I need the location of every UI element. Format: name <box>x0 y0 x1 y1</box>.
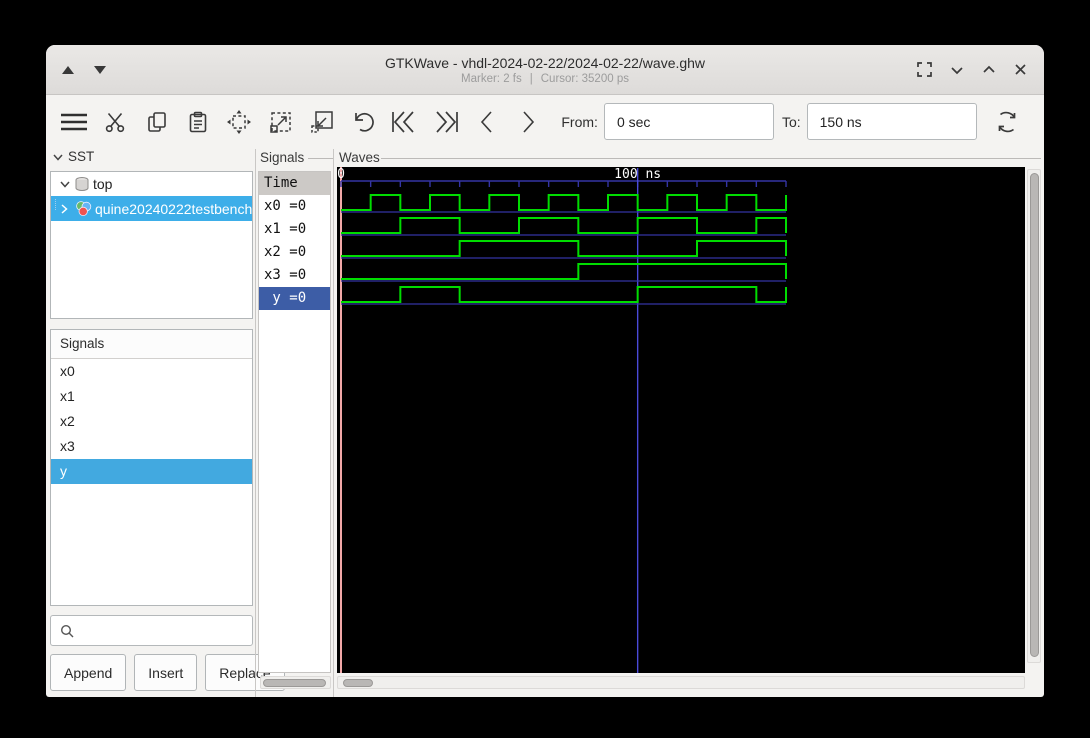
waves-hscrollbar-thumb[interactable] <box>343 679 373 687</box>
search-icon <box>60 624 74 637</box>
to-label: To: <box>781 113 801 130</box>
go-to-end-icon[interactable] <box>430 102 462 142</box>
tree-item-testbench[interactable]: quine20240222testbench <box>51 196 252 221</box>
undo-icon[interactable] <box>347 102 379 142</box>
window-title: GTKWave - vhdl-2024-02-22/2024-02-22/wav… <box>384 54 706 71</box>
go-to-start-icon[interactable] <box>388 102 420 142</box>
signal-item-x3[interactable]: x3 <box>51 434 252 459</box>
step-right-icon[interactable] <box>512 102 544 142</box>
keep-above-icon[interactable] <box>62 65 74 74</box>
values-hscrollbar[interactable] <box>260 676 331 689</box>
values-frame-label: Signals <box>260 150 305 165</box>
waves-hscrollbar[interactable] <box>337 676 1025 689</box>
value-row-x1[interactable]: x1 =0 <box>259 218 330 241</box>
copy-icon[interactable] <box>141 102 173 142</box>
value-row-x0[interactable]: x0 =0 <box>259 195 330 218</box>
waves-vscrollbar-thumb[interactable] <box>1030 173 1039 657</box>
toolbar: From: To: <box>46 95 1044 148</box>
value-row-x2[interactable]: x2 =0 <box>259 241 330 264</box>
signals-list-header[interactable]: Signals <box>51 330 252 359</box>
maximize-icon[interactable] <box>981 62 997 78</box>
reload-icon[interactable] <box>991 102 1023 142</box>
main-area: SST top quine20240222testbench Signals x… <box>46 149 1044 697</box>
time-header[interactable]: Time <box>259 172 330 195</box>
shade-window-icon[interactable] <box>94 65 106 74</box>
tree-item-label: quine20240222testbench <box>95 200 253 217</box>
close-icon[interactable] <box>1013 62 1028 77</box>
minimize-icon[interactable] <box>949 62 965 78</box>
pane-splitter-right[interactable] <box>333 149 334 697</box>
wave-canvas[interactable]: 0 100 ns <box>337 167 1025 673</box>
database-icon <box>75 177 89 191</box>
hierarchy-icon <box>76 201 92 216</box>
chevron-down-icon <box>60 181 70 188</box>
paste-icon[interactable] <box>182 102 214 142</box>
waveform-svg: 0 100 ns <box>337 167 787 673</box>
menu-icon[interactable] <box>58 102 90 142</box>
to-input[interactable] <box>806 103 977 140</box>
signals-list: Signals x0 x1 x2 x3 y <box>50 329 253 606</box>
values-hscrollbar-thumb[interactable] <box>263 679 326 687</box>
fullscreen-icon[interactable] <box>916 61 933 78</box>
append-button[interactable]: Append <box>50 654 127 691</box>
titlebar: GTKWave - vhdl-2024-02-22/2024-02-22/wav… <box>46 45 1044 95</box>
signal-item-x2[interactable]: x2 <box>51 409 252 434</box>
from-input[interactable] <box>603 103 774 140</box>
zoom-fit-icon[interactable] <box>223 102 255 142</box>
signal-item-x1[interactable]: x1 <box>51 384 252 409</box>
pane-splitter-left[interactable] <box>255 149 256 697</box>
tree-item-top[interactable]: top <box>51 172 252 196</box>
waves-frame-label: Waves <box>339 150 380 165</box>
marker-status: Marker: 2 fs <box>461 72 522 85</box>
step-left-icon[interactable] <box>471 102 503 142</box>
status-separator: | <box>529 72 533 85</box>
signal-item-x0[interactable]: x0 <box>51 359 252 384</box>
tree-branch-line <box>55 199 56 210</box>
tree-item-label: top <box>93 176 113 192</box>
cursor-status: Cursor: 35200 ps <box>540 72 629 85</box>
gtkwave-window: GTKWave - vhdl-2024-02-22/2024-02-22/wav… <box>46 45 1044 697</box>
cut-icon[interactable] <box>99 102 131 142</box>
value-row-y[interactable]: y =0 <box>259 287 330 310</box>
sst-expander[interactable]: SST <box>52 149 94 164</box>
values-frame-line <box>308 158 333 159</box>
zoom-in-icon[interactable] <box>306 102 338 142</box>
waves-vscrollbar[interactable] <box>1027 169 1041 663</box>
sst-tree: top quine20240222testbench <box>50 171 253 319</box>
window-subtitle: Marker: 2 fs | Cursor: 35200 ps <box>457 73 633 85</box>
signal-item-y[interactable]: y <box>51 459 252 484</box>
value-row-x3[interactable]: x3 =0 <box>259 264 330 287</box>
insert-button[interactable]: Insert <box>134 654 198 691</box>
svg-text:0: 0 <box>337 167 345 182</box>
waves-frame-line <box>381 158 1041 159</box>
sst-label: SST <box>68 149 95 164</box>
zoom-out-icon[interactable] <box>264 102 296 142</box>
signal-search[interactable] <box>50 615 253 646</box>
signal-values-panel: Time x0 =0 x1 =0 x2 =0 x3 =0 y =0 <box>258 171 331 673</box>
from-label: From: <box>561 113 598 130</box>
chevron-right-icon <box>61 203 68 214</box>
